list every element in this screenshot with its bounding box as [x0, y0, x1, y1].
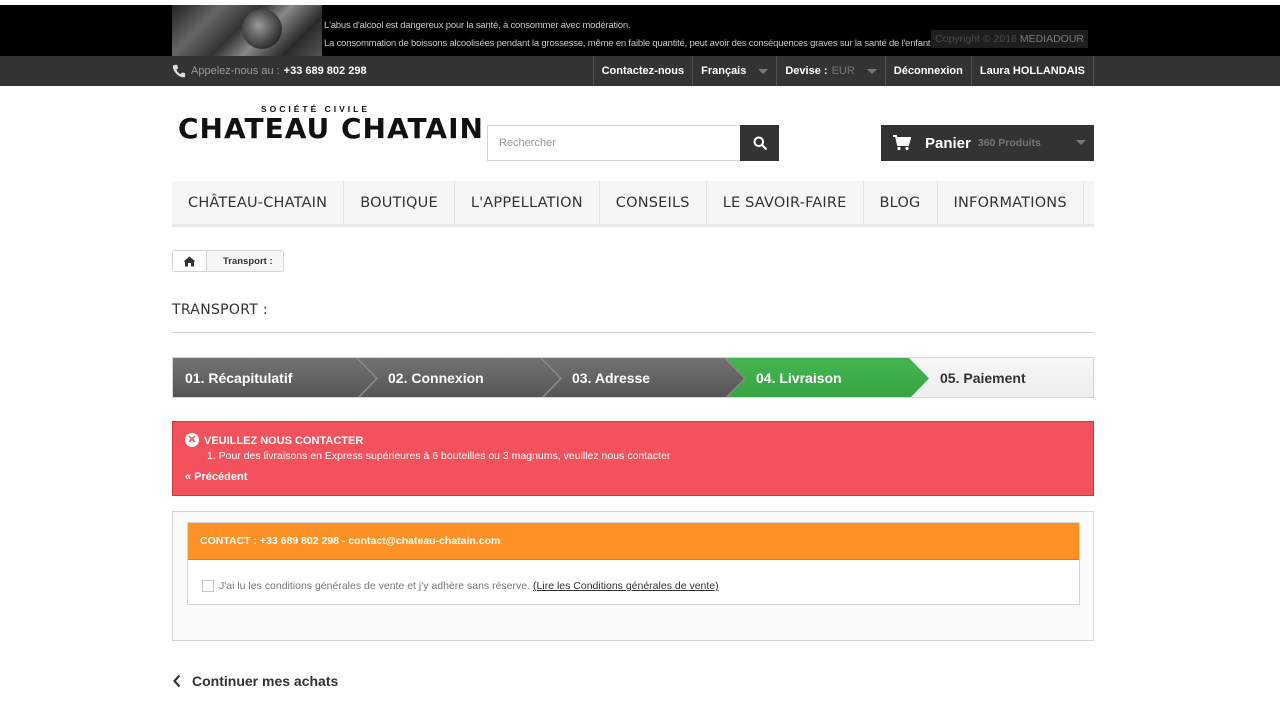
menu-item-informations[interactable]: INFORMATIONS — [938, 181, 1084, 224]
contact-link[interactable]: Contactez-nous — [592, 56, 693, 86]
cart-icon — [893, 135, 911, 151]
home-icon — [183, 256, 196, 266]
search-button[interactable] — [740, 125, 779, 161]
call-us: Appelez-nous au : +33 689 802 298 — [172, 56, 367, 86]
legal-banner: L'abus d'alcool est dangereux pour la sa… — [0, 5, 1280, 56]
step-01-recapitulatif[interactable]: 01. Récapitulatif — [185, 370, 292, 386]
call-label: Appelez-nous au : — [191, 65, 280, 77]
continue-shopping-label: Continuer mes achats — [192, 673, 339, 689]
main-menu: CHÂTEAU-CHATAIN BOUTIQUE L'APPELLATION C… — [172, 181, 1094, 227]
currency-selector[interactable]: Devise : EUR — [776, 56, 884, 86]
alert-heading: VEUILLEZ NOUS CONTACTER — [204, 435, 364, 447]
contact-panel: CONTACT : +33 689 802 298 - contact@chat… — [187, 522, 1080, 605]
cart-count: 360 Produits — [977, 137, 1041, 149]
breadcrumb-current: Transport : — [223, 255, 273, 267]
caret-down-icon — [758, 68, 769, 74]
phone-number[interactable]: +33 689 802 298 — [284, 65, 367, 77]
menu-item-blog[interactable]: BLOG — [864, 181, 938, 224]
step-05-paiement: 05. Paiement — [940, 370, 1026, 386]
logout-link[interactable]: Déconnexion — [884, 56, 971, 86]
menu-item-appellation[interactable]: L'APPELLATION — [455, 181, 600, 224]
step-04-livraison: 04. Livraison — [756, 370, 842, 386]
copyright-brand: MEDIADOUR — [1019, 33, 1084, 45]
title-divider — [172, 332, 1094, 333]
page-title: TRANSPORT : — [172, 302, 268, 318]
error-alert: ✕ VEUILLEZ NOUS CONTACTER 1. Pour des li… — [172, 421, 1094, 496]
menu-item-chateau-chatain[interactable]: CHÂTEAU-CHATAIN — [172, 181, 345, 224]
cart-button[interactable]: Panier 360 Produits — [881, 125, 1094, 161]
caret-down-icon — [1076, 140, 1086, 145]
cgv-link[interactable]: (Lire les Conditions générales de vente) — [533, 580, 719, 592]
search-icon — [753, 136, 767, 150]
alert-message: 1. Pour des livraisons en Express supéri… — [207, 450, 671, 462]
breadcrumb: Transport : — [172, 250, 284, 272]
legal-warning: L'abus d'alcool est dangereux pour la sa… — [324, 17, 933, 53]
menu-item-conseils[interactable]: CONSEILS — [600, 181, 707, 224]
phone-icon — [172, 64, 186, 78]
search-bar — [487, 125, 779, 161]
close-circle-icon: ✕ — [185, 433, 199, 447]
menu-item-boutique[interactable]: BOUTIQUE — [344, 181, 455, 224]
chevron-left-icon — [173, 674, 181, 688]
menu-item-savoir-faire[interactable]: LE SAVOIR-FAIRE — [707, 181, 864, 224]
banner-image — [172, 5, 322, 56]
language-selector[interactable]: Français — [692, 56, 776, 86]
contact-header: CONTACT : +33 689 802 298 - contact@chat… — [188, 523, 1079, 560]
cgv-row: J'ai lu les conditions générales de vent… — [202, 580, 719, 592]
checkout-steps: 01. Récapitulatif 02. Connexion 03. Adre… — [172, 357, 1094, 398]
previous-link[interactable]: « Précédent — [185, 471, 247, 483]
cgv-checkbox[interactable] — [202, 580, 214, 592]
logo-wordmark: CHATEAU CHATAIN — [178, 112, 484, 145]
top-navbar: Appelez-nous au : +33 689 802 298 Contac… — [0, 56, 1280, 86]
legal-warning-line1: L'abus d'alcool est dangereux pour la sa… — [324, 20, 631, 31]
user-account-link[interactable]: Laura HOLLANDAIS — [970, 56, 1094, 86]
contact-box: CONTACT : +33 689 802 298 - contact@chat… — [172, 511, 1094, 641]
step-02-connexion[interactable]: 02. Connexion — [388, 370, 484, 386]
search-input[interactable] — [487, 125, 740, 161]
caret-down-icon — [866, 68, 877, 74]
cgv-label: J'ai lu les conditions générales de vent… — [219, 580, 531, 592]
continue-shopping-button[interactable]: Continuer mes achats — [172, 673, 338, 689]
site-header: SOCIÉTÉ CIVILE CHATEAU CHATAIN Panier 36… — [0, 86, 1280, 181]
copyright: Copyright © 2016 MEDIADOUR — [931, 30, 1088, 48]
site-logo[interactable]: SOCIÉTÉ CIVILE CHATEAU CHATAIN — [178, 104, 484, 145]
legal-warning-line2: La consommation de boissons alcoolisées … — [324, 38, 933, 49]
cart-label: Panier — [925, 134, 971, 152]
breadcrumb-home[interactable] — [173, 251, 207, 271]
step-03-adresse[interactable]: 03. Adresse — [572, 370, 650, 386]
